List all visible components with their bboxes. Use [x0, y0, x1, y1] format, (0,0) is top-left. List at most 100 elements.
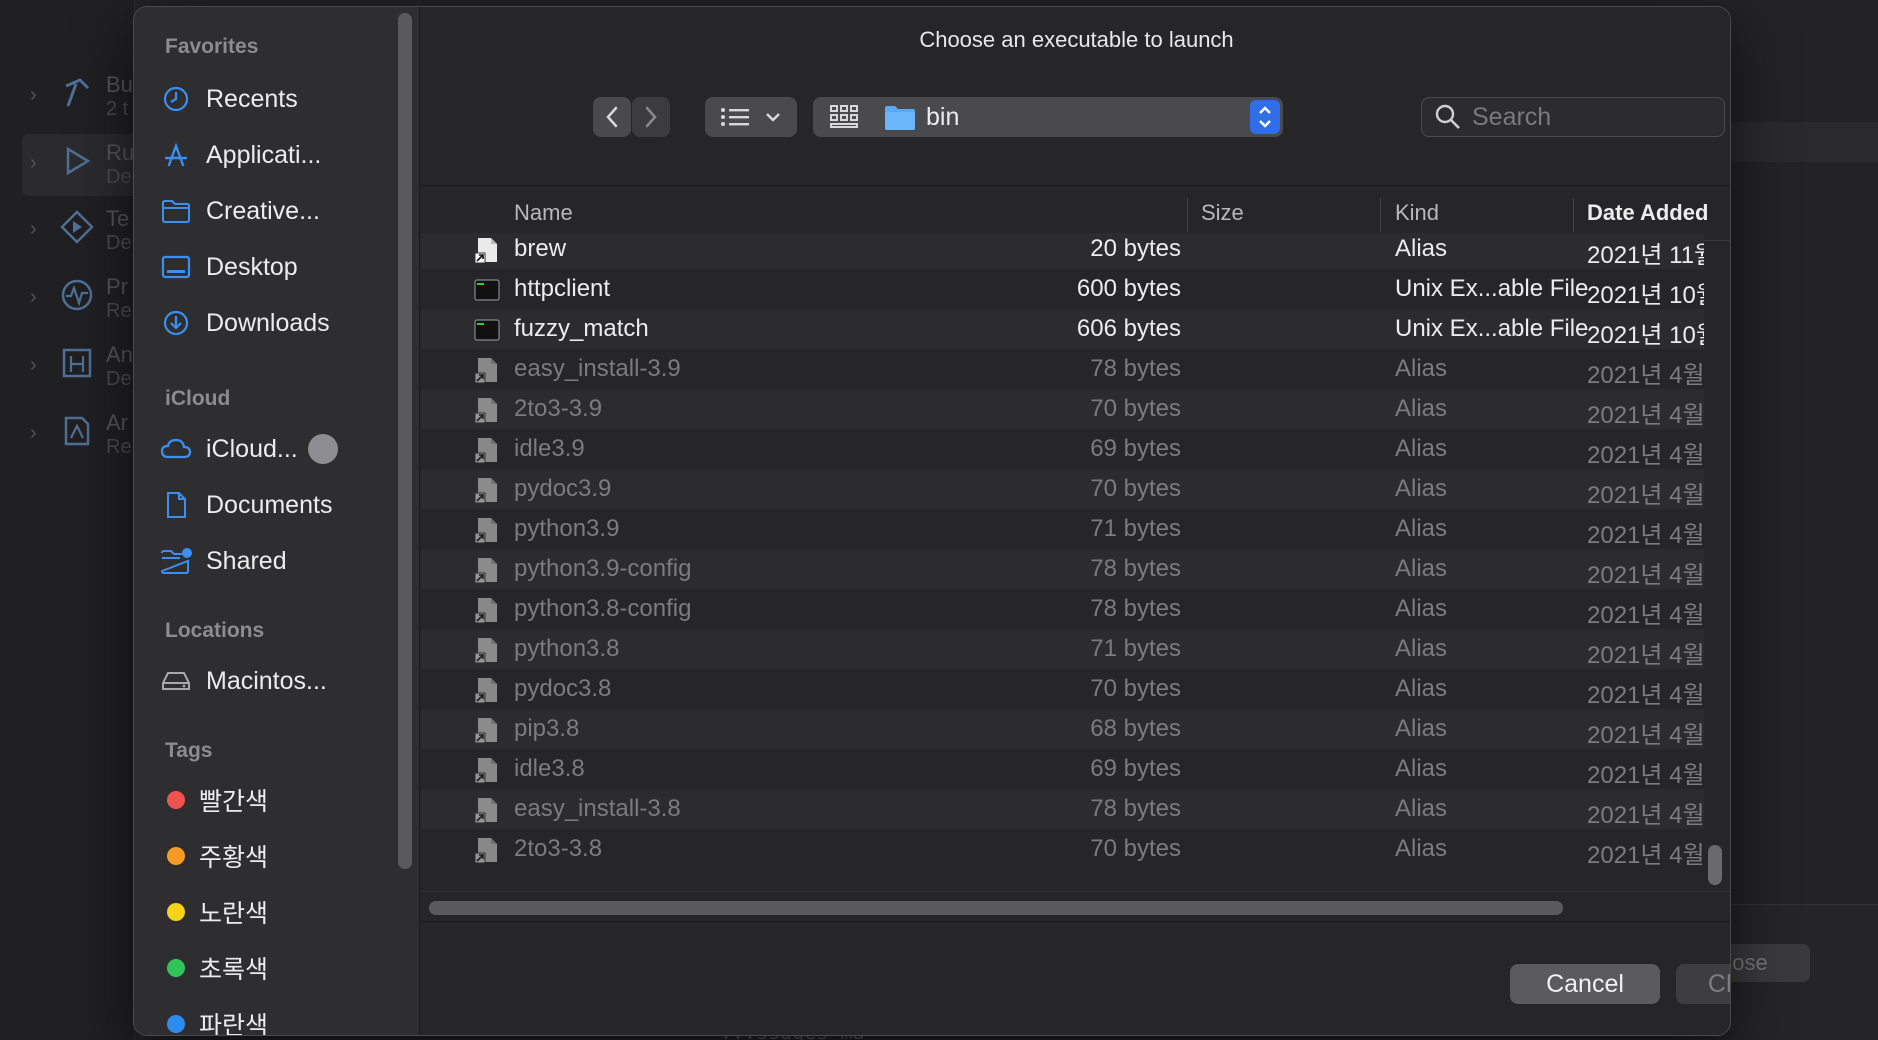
sidebar-item[interactable]: Documents [158, 483, 408, 527]
file-row[interactable]: pydoc3.8 70 bytes Alias 2021년 4월 21일 오전 [421, 669, 1704, 709]
search-input[interactable] [1472, 102, 1712, 132]
file-row[interactable]: easy_install-3.8 78 bytes Alias 2021년 4월… [421, 789, 1704, 829]
background-row-subtitle: Re [106, 300, 132, 322]
hard-drive-icon [158, 663, 194, 699]
background-row-subtitle: Re [106, 436, 132, 458]
column-divider[interactable] [1573, 198, 1574, 232]
sidebar-item-label: Recents [206, 84, 298, 113]
file-kind: Alias [1395, 395, 1448, 422]
file-row[interactable]: pip3.8 68 bytes Alias 2021년 4월 21일 오전 [421, 709, 1704, 749]
location-stepper[interactable] [1250, 100, 1280, 134]
background-row-title: Te [106, 206, 130, 231]
background-scheme-row: › Ar Re [22, 404, 142, 466]
file-name: 2to3-3.9 [514, 395, 603, 422]
file-name: easy_install-3.9 [514, 355, 681, 382]
file-size: 600 bytes [1076, 275, 1181, 302]
file-kind: Alias [1395, 835, 1448, 862]
file-row[interactable]: httpclient 600 bytes Unix Ex...able File… [421, 269, 1704, 309]
vertical-scrollbar[interactable] [1708, 845, 1722, 885]
column-name[interactable]: Name [514, 200, 573, 226]
background-row-title: An [106, 342, 133, 367]
file-date-added: 2021년 4월 21일 오전 [1587, 842, 1704, 869]
sidebar-item[interactable]: iCloud... [158, 427, 408, 471]
file-row[interactable]: easy_install-3.9 78 bytes Alias 2021년 4월… [421, 349, 1704, 389]
sidebar-tag-item[interactable]: 빨간색 [158, 778, 408, 822]
sidebar-item-label: Downloads [206, 308, 330, 337]
sidebar-item-label: Desktop [206, 252, 298, 281]
file-date-added: 2021년 4월 21일 오후 [1587, 402, 1704, 429]
file-date-added: 2021년 4월 21일 오전 [1587, 722, 1704, 749]
file-row[interactable]: idle3.9 69 bytes Alias 2021년 4월 21일 오후 [421, 429, 1704, 469]
file-kind: Unix Ex...able File [1395, 315, 1589, 342]
sidebar-item-label: Shared [206, 546, 287, 575]
file-date-added: 2021년 4월 21일 오전 [1587, 602, 1704, 629]
background-row-title: Bu [106, 72, 133, 97]
forward-button[interactable] [632, 97, 670, 137]
background-tab-bar [1730, 122, 1878, 162]
file-kind: Alias [1395, 635, 1448, 662]
file-row[interactable]: fuzzy_match 606 bytes Unix Ex...able Fil… [421, 309, 1704, 349]
column-divider[interactable] [1380, 198, 1381, 232]
back-button[interactable] [593, 97, 631, 137]
sidebar-item[interactable]: Creative... [158, 189, 408, 233]
sidebar-item-label: Documents [206, 490, 333, 519]
file-browser: Choose an executable to launch bin Searc… [421, 7, 1730, 1035]
file-row[interactable]: pydoc3.9 70 bytes Alias 2021년 4월 21일 오후 [421, 469, 1704, 509]
location-popup[interactable]: bin [870, 97, 1283, 137]
column-kind[interactable]: Kind [1395, 200, 1439, 226]
search-field[interactable] [1421, 97, 1725, 137]
file-name: idle3.8 [514, 755, 585, 782]
tag-color-dot-icon [167, 791, 185, 809]
file-row[interactable]: 2to3-3.8 70 bytes Alias 2021년 4월 21일 오전 [421, 829, 1704, 869]
choose-button[interactable]: Choose [1676, 964, 1730, 1004]
file-row[interactable]: python3.9 71 bytes Alias 2021년 4월 21일 오후 [421, 509, 1704, 549]
sidebar-item-label: Creative... [206, 196, 320, 225]
column-size[interactable]: Size [1201, 200, 1244, 226]
file-row[interactable]: python3.9-config 78 bytes Alias 2021년 4월… [421, 549, 1704, 589]
tag-color-dot-icon [167, 847, 185, 865]
file-kind: Alias [1395, 715, 1448, 742]
file-size: 20 bytes [1090, 235, 1181, 262]
background-scheme-row: › Bu 2 t [22, 66, 142, 128]
file-name: python3.8-config [514, 595, 692, 622]
file-name: python3.9 [514, 515, 620, 542]
sidebar-item[interactable]: Shared [158, 539, 408, 583]
file-date-added: 2021년 4월 21일 오전 [1587, 802, 1704, 829]
sidebar-item[interactable]: Downloads [158, 301, 408, 345]
view-mode-button[interactable] [705, 97, 797, 137]
file-row[interactable]: idle3.8 69 bytes Alias 2021년 4월 21일 오전 [421, 749, 1704, 789]
column-divider[interactable] [1187, 198, 1188, 232]
file-size: 69 bytes [1090, 755, 1181, 782]
alias-file-icon [474, 678, 497, 703]
sidebar-item[interactable]: Macintos... [158, 659, 408, 703]
file-name: 2to3-3.8 [514, 835, 603, 862]
horizontal-scrollbar[interactable] [429, 901, 1563, 915]
location-label: bin [926, 102, 960, 131]
cancel-button[interactable]: Cancel [1510, 964, 1660, 1004]
background-row-title: Ru [106, 140, 135, 165]
icloud-progress-icon [307, 434, 338, 464]
sidebar-item-label: Applicati... [206, 140, 322, 169]
file-row[interactable]: python3.8-config 78 bytes Alias 2021년 4월… [421, 589, 1704, 629]
background-row-subtitle: De [106, 232, 132, 254]
sidebar-tag-item[interactable]: 주황색 [158, 834, 408, 878]
file-row[interactable]: python3.8 71 bytes Alias 2021년 4월 21일 오전 [421, 629, 1704, 669]
file-name: python3.9-config [514, 555, 692, 582]
file-row[interactable]: 2to3-3.9 70 bytes Alias 2021년 4월 21일 오후 [421, 389, 1704, 429]
background-row-subtitle: De [106, 166, 132, 188]
sidebar-item[interactable]: Recents [158, 77, 408, 121]
file-row[interactable]: brew 20 bytes Alias 2021년 11월 3일 오후 [421, 233, 1704, 269]
file-date-added: 2021년 4월 21일 오전 [1587, 642, 1704, 669]
file-name: easy_install-3.8 [514, 795, 681, 822]
sidebar-tag-item[interactable]: 초록색 [158, 946, 408, 990]
file-kind: Alias [1395, 795, 1448, 822]
alias-file-icon [474, 838, 497, 863]
sidebar-tag-item[interactable]: 노란색 [158, 890, 408, 934]
sidebar-tag-item[interactable]: 파란색 [158, 1002, 408, 1035]
alias-file-icon [474, 518, 497, 543]
alias-file-icon [474, 718, 497, 743]
sidebar-item[interactable]: Applicati... [158, 133, 408, 177]
column-date-added[interactable]: Date Added [1587, 200, 1708, 226]
sidebar-item[interactable]: Desktop [158, 245, 408, 289]
alias-file-icon [474, 758, 497, 783]
